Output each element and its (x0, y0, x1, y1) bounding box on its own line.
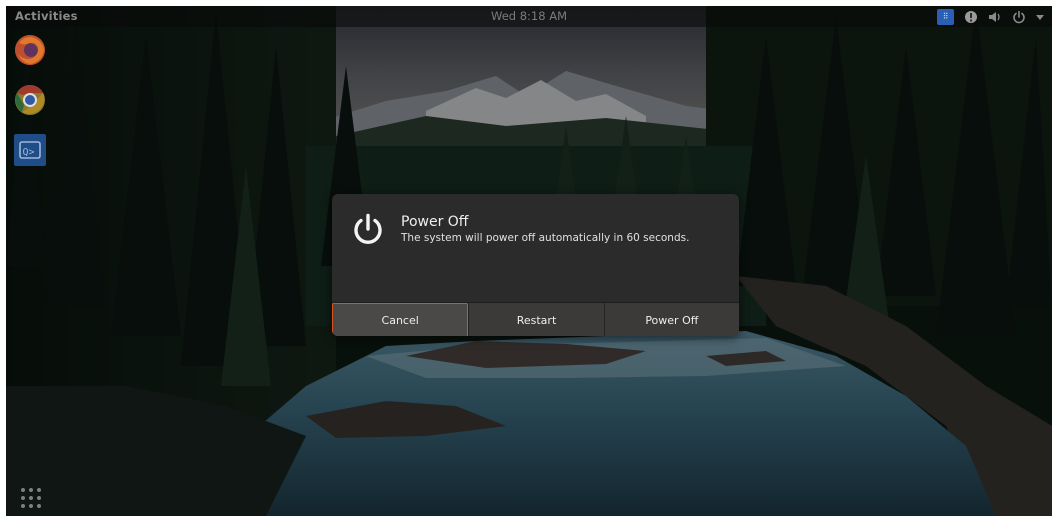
dialog-body: Power Off The system will power off auto… (332, 194, 739, 302)
power-off-dialog: Power Off The system will power off auto… (332, 194, 739, 336)
top-bar: Activities Wed 8:18 AM ⠿ (6, 6, 1052, 27)
desktop: Activities Wed 8:18 AM ⠿ Q> Power Off Th… (6, 6, 1052, 516)
power-icon (350, 212, 386, 248)
dialog-button-row: Cancel Restart Power Off (332, 302, 739, 336)
dialog-title: Power Off (401, 214, 469, 230)
chrome-icon[interactable] (12, 82, 48, 118)
firefox-icon[interactable] (12, 32, 48, 68)
volume-icon[interactable] (988, 8, 1002, 26)
restart-button[interactable]: Restart (468, 303, 604, 336)
terminal-icon[interactable]: Q> (12, 132, 48, 168)
dock: Q> (10, 32, 50, 168)
dialog-message: The system will power off automatically … (401, 232, 690, 244)
chevron-down-icon[interactable] (1036, 8, 1044, 26)
power-icon[interactable] (1012, 8, 1026, 26)
notification-icon[interactable] (964, 8, 978, 26)
clock[interactable]: Wed 8:18 AM (6, 9, 1052, 23)
svg-text:Q>: Q> (23, 147, 35, 158)
power-off-button[interactable]: Power Off (603, 303, 739, 336)
app-grid-icon[interactable] (19, 486, 43, 510)
cancel-button[interactable]: Cancel (332, 303, 469, 336)
keyboard-layout-icon[interactable]: ⠿ (937, 8, 954, 26)
system-tray[interactable]: ⠿ (937, 7, 1044, 26)
